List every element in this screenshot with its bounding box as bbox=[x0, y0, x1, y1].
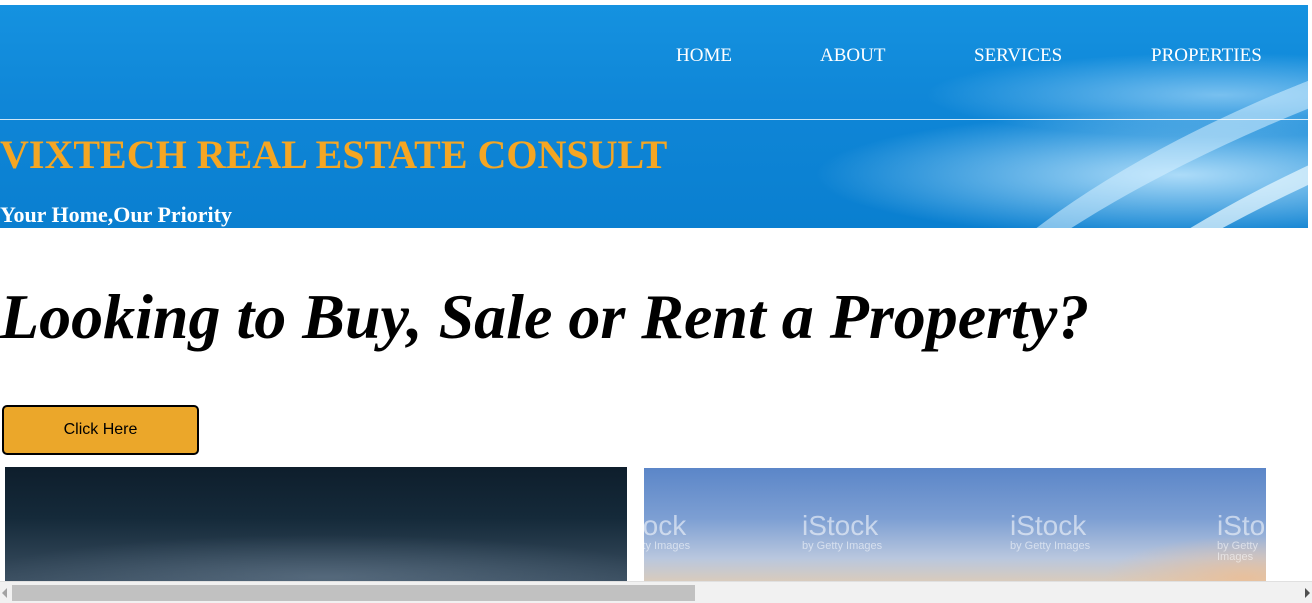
scroll-left-arrow-icon[interactable] bbox=[2, 588, 7, 598]
istock-watermark: iStock by Getty Images bbox=[1010, 510, 1091, 552]
brand-title: VIXTECH REAL ESTATE CONSULT bbox=[0, 132, 668, 177]
brand-tagline: Your Home,Our Priority bbox=[0, 202, 232, 227]
hero-headline: Looking to Buy, Sale or Rent a Property? bbox=[0, 281, 1090, 352]
istock-watermark: iStock by Getty Images bbox=[644, 510, 691, 552]
nav-about-link[interactable]: ABOUT bbox=[820, 45, 885, 67]
nav-properties-link[interactable]: PROPERTIES bbox=[1151, 45, 1262, 67]
property-image-right: iStock by Getty Images iStock by Getty I… bbox=[644, 468, 1266, 581]
istock-watermark: iStock by Getty Images bbox=[802, 510, 883, 552]
click-here-button[interactable]: Click Here bbox=[2, 405, 199, 455]
property-image-left bbox=[5, 467, 627, 581]
horizontal-scrollbar[interactable] bbox=[0, 581, 1312, 603]
header-divider bbox=[0, 119, 1308, 120]
site-header: HOME ABOUT SERVICES PROPERTIES VIXTECH R… bbox=[0, 5, 1308, 228]
nav-services-link[interactable]: SERVICES bbox=[974, 45, 1062, 67]
scroll-right-arrow-icon[interactable] bbox=[1305, 588, 1310, 598]
istock-watermark: iStock by Getty Images bbox=[1217, 510, 1266, 563]
scrollbar-thumb[interactable] bbox=[12, 585, 695, 601]
nav-home-link[interactable]: HOME bbox=[676, 45, 732, 67]
header-swoosh-decoration bbox=[879, 5, 1308, 228]
main-nav: HOME ABOUT SERVICES PROPERTIES bbox=[0, 45, 1308, 69]
